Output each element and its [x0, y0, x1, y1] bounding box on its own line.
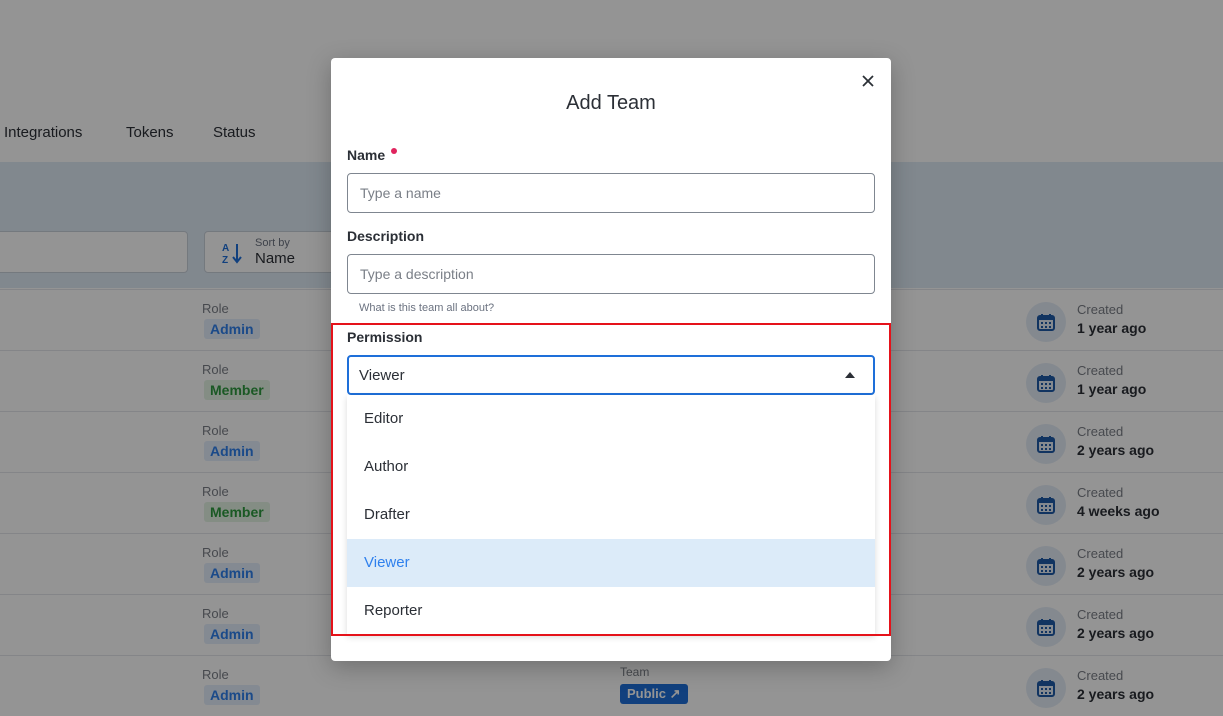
name-label: Name	[347, 147, 398, 163]
permission-option-drafter[interactable]: Drafter	[347, 491, 875, 539]
required-indicator	[391, 148, 398, 154]
description-helper-text: What is this team all about?	[359, 302, 495, 314]
close-icon[interactable]	[859, 72, 877, 90]
permission-dropdown-menu: Editor Author Drafter Viewer Reporter	[347, 395, 875, 635]
name-field[interactable]	[347, 173, 875, 213]
permission-option-reporter[interactable]: Reporter	[347, 587, 875, 635]
permission-option-editor[interactable]: Editor	[347, 395, 875, 443]
caret-up-icon	[845, 372, 855, 378]
permission-option-viewer[interactable]: Viewer	[347, 539, 875, 587]
permission-label: Permission	[347, 329, 423, 345]
description-field[interactable]	[347, 254, 875, 294]
dialog-title: Add Team	[566, 92, 656, 114]
name-label-text: Name	[347, 147, 386, 163]
permission-select[interactable]: Viewer	[347, 355, 875, 395]
permission-selected-value: Viewer	[359, 367, 405, 384]
add-team-dialog: Add Team Name Description What is this t…	[331, 58, 891, 661]
description-label: Description	[347, 228, 425, 244]
permission-option-author[interactable]: Author	[347, 443, 875, 491]
